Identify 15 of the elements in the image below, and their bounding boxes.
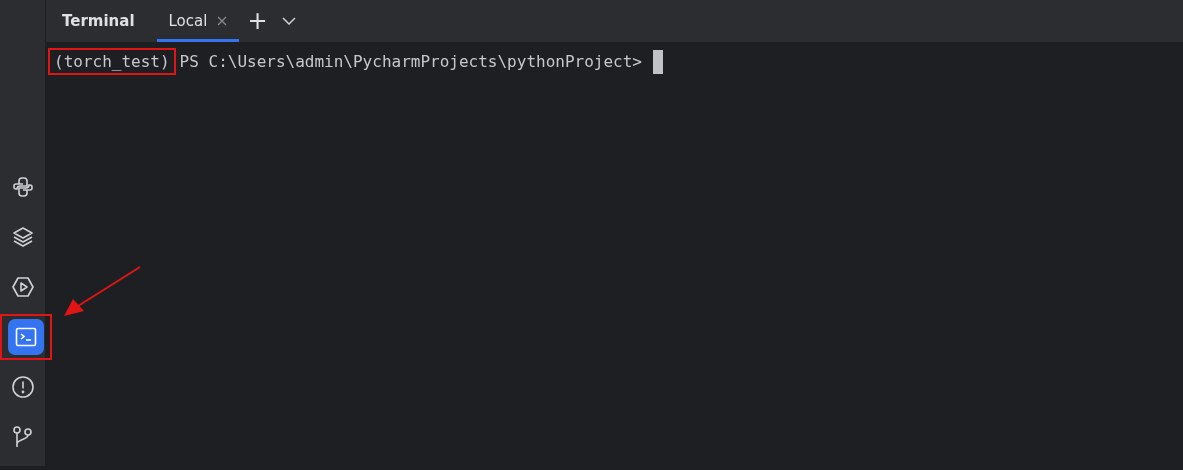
chevron-down-icon[interactable] [281,17,296,25]
new-tab-button[interactable]: + [247,9,268,33]
close-icon[interactable] [217,16,228,26]
panel-title: Terminal [62,12,135,30]
text-cursor [652,49,663,74]
layers-icon [11,226,34,248]
branch-icon [11,425,34,449]
terminal-icon [14,327,37,347]
tool-window-button[interactable] [7,319,44,355]
prompt-text: PS C:\Users\admin\PycharmProjects\pythonProject> [179,52,642,71]
warning-circle-icon [10,375,35,399]
tab-label: Local [168,12,208,30]
terminal-tab[interactable]: Local [156,0,240,42]
environment-name: (torch_test) [48,48,176,75]
play-hexagon-icon [10,276,35,298]
